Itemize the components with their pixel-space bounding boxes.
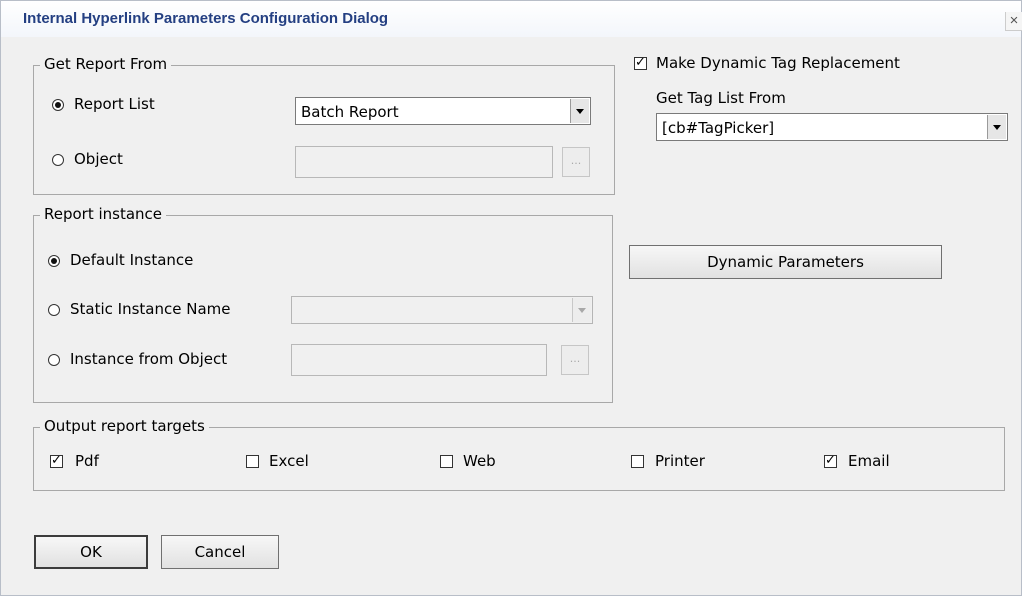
report-list-value: Batch Report bbox=[301, 103, 399, 121]
report-list-radio[interactable] bbox=[52, 99, 64, 111]
close-icon[interactable]: × bbox=[1005, 12, 1022, 31]
ok-button[interactable]: OK bbox=[34, 535, 148, 569]
make-dynamic-tag-checkbox[interactable]: ✓ bbox=[634, 56, 647, 70]
output-targets-group: Output report targets ✓ Pdf Excel Web Pr… bbox=[33, 417, 1005, 491]
dialog-title: Internal Hyperlink Parameters Configurat… bbox=[23, 10, 389, 27]
report-instance-legend: Report instance bbox=[40, 205, 167, 223]
instance-from-object-radio[interactable] bbox=[48, 354, 60, 366]
default-instance-radio[interactable] bbox=[48, 255, 60, 267]
config-dialog: Internal Hyperlink Parameters Configurat… bbox=[0, 0, 1022, 596]
report-list-combobox[interactable]: Batch Report bbox=[295, 97, 591, 125]
static-instance-radio[interactable] bbox=[48, 304, 60, 316]
instance-object-browse-button[interactable]: ... bbox=[561, 345, 589, 375]
report-list-label[interactable]: Report List bbox=[74, 95, 155, 113]
make-dynamic-tag-label[interactable]: Make Dynamic Tag Replacement bbox=[656, 54, 900, 72]
instance-object-field[interactable] bbox=[291, 344, 547, 376]
static-instance-label[interactable]: Static Instance Name bbox=[70, 300, 230, 318]
email-checkbox[interactable]: ✓ bbox=[824, 454, 837, 468]
dynamic-parameters-button[interactable]: Dynamic Parameters bbox=[629, 245, 942, 279]
cancel-label: Cancel bbox=[194, 543, 246, 561]
chevron-down-icon[interactable] bbox=[987, 115, 1006, 139]
tag-list-combobox[interactable]: [cb#TagPicker] bbox=[656, 113, 1008, 141]
chevron-down-icon[interactable] bbox=[570, 99, 589, 123]
tag-list-value: [cb#TagPicker] bbox=[662, 119, 775, 137]
report-instance-group: Report instance Default Instance Static … bbox=[33, 205, 613, 403]
email-label[interactable]: Email bbox=[848, 452, 890, 470]
web-checkbox[interactable] bbox=[440, 455, 453, 468]
web-label[interactable]: Web bbox=[463, 452, 496, 470]
output-targets-legend: Output report targets bbox=[40, 417, 209, 435]
cancel-button[interactable]: Cancel bbox=[161, 535, 279, 569]
ok-label: OK bbox=[80, 543, 102, 561]
object-radio[interactable] bbox=[52, 154, 64, 166]
object-field[interactable] bbox=[295, 146, 553, 178]
pdf-label[interactable]: Pdf bbox=[75, 452, 99, 470]
object-label[interactable]: Object bbox=[74, 150, 123, 168]
pdf-checkbox[interactable]: ✓ bbox=[50, 454, 63, 468]
dynamic-parameters-label: Dynamic Parameters bbox=[707, 253, 864, 271]
excel-checkbox[interactable] bbox=[246, 455, 259, 468]
object-browse-button[interactable]: ... bbox=[562, 147, 590, 177]
printer-label[interactable]: Printer bbox=[655, 452, 705, 470]
tag-list-label: Get Tag List From bbox=[656, 89, 786, 107]
title-bar: Internal Hyperlink Parameters Configurat… bbox=[1, 1, 1022, 37]
printer-checkbox[interactable] bbox=[631, 455, 644, 468]
default-instance-label[interactable]: Default Instance bbox=[70, 251, 193, 269]
get-report-from-group: Get Report From Report List Batch Report… bbox=[33, 55, 615, 195]
get-report-from-legend: Get Report From bbox=[40, 55, 172, 73]
chevron-down-icon[interactable] bbox=[572, 298, 591, 322]
static-instance-combobox[interactable] bbox=[291, 296, 593, 324]
excel-label[interactable]: Excel bbox=[269, 452, 309, 470]
instance-from-object-label[interactable]: Instance from Object bbox=[70, 350, 227, 368]
